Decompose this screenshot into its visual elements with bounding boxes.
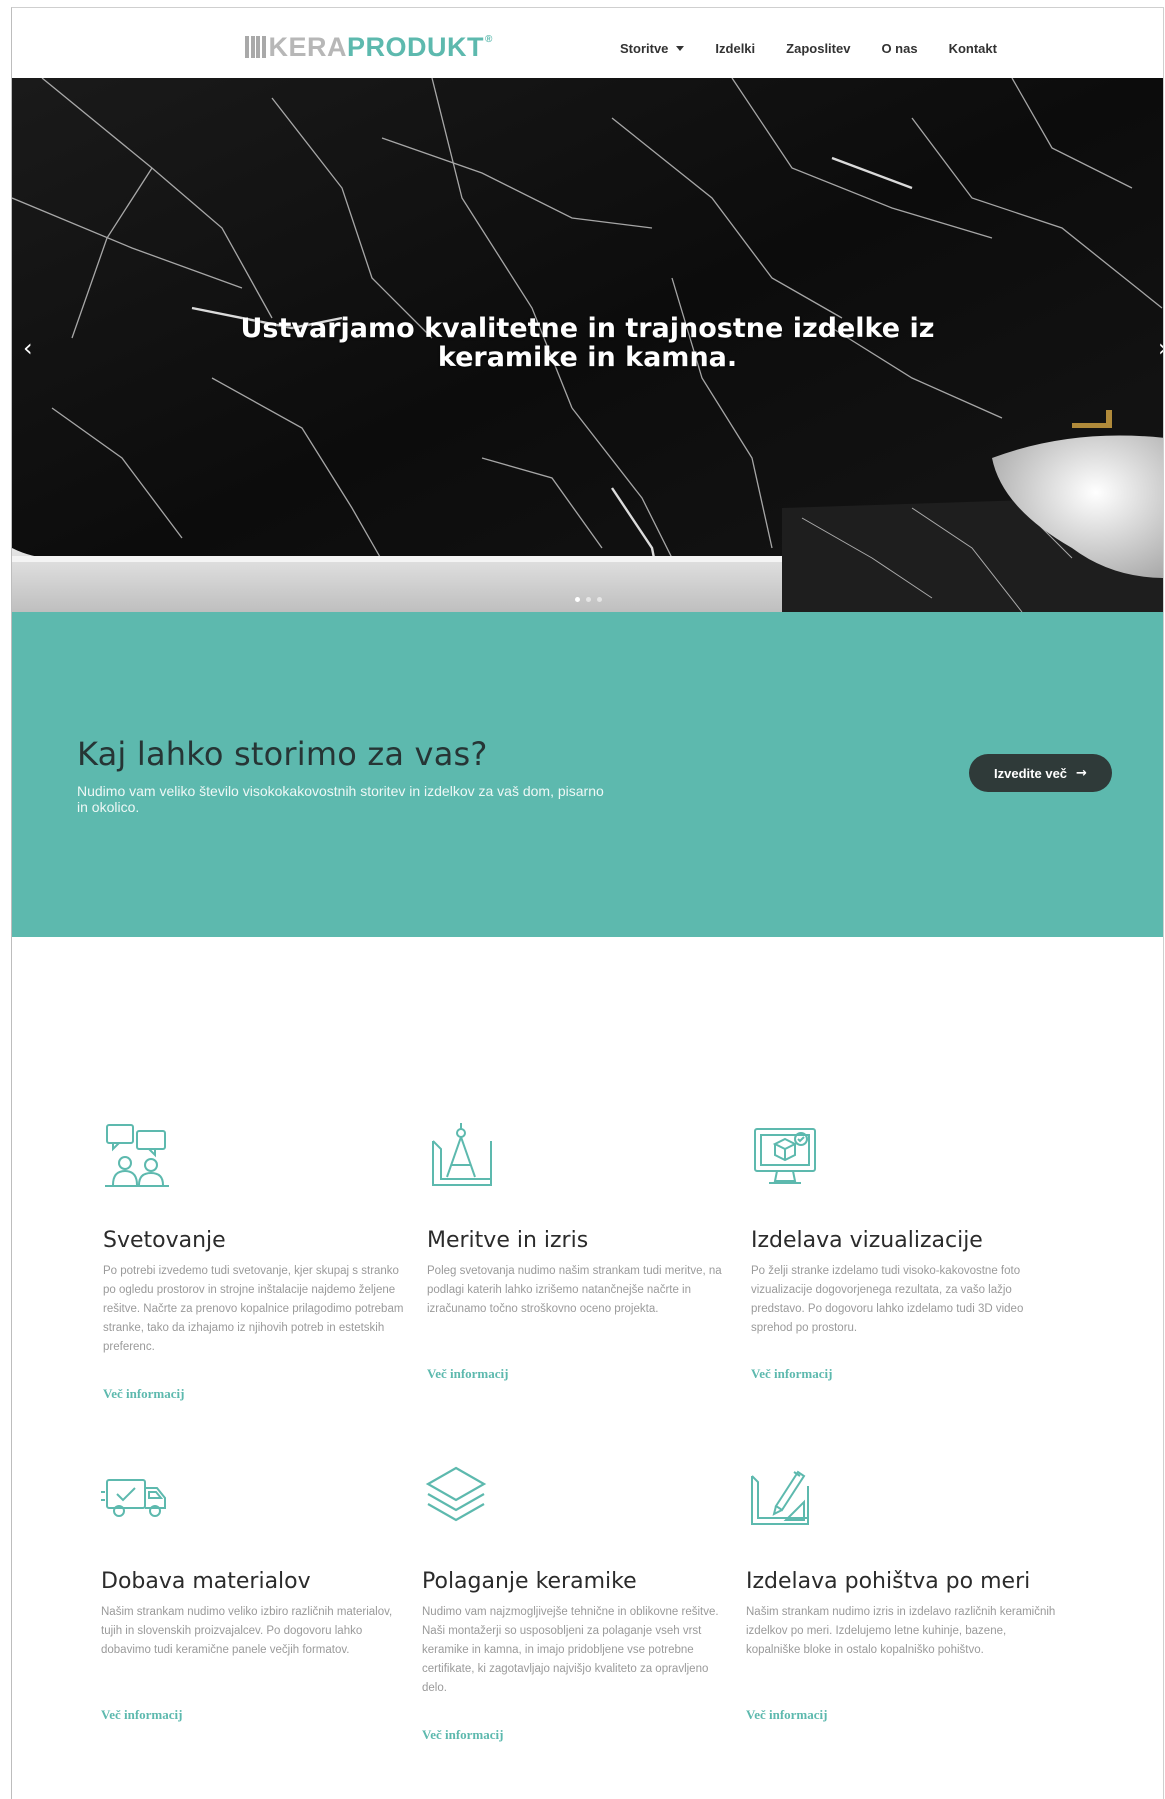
service-card-dobava: Dobava materialov Našim strankam nudimo … xyxy=(101,1462,411,1722)
service-title: Izdelava vizualizacije xyxy=(751,1228,983,1253)
logo-text-kera: KERA xyxy=(268,31,348,62)
logo-text-produkt: PRODUKT xyxy=(347,31,485,62)
service-title: Dobava materialov xyxy=(101,1569,311,1594)
nav-item-label: Kontakt xyxy=(948,41,997,56)
service-text: Našim strankam nudimo izris in izdelavo … xyxy=(746,1606,1056,1656)
nav-item-label: O nas xyxy=(881,41,918,56)
nav-item-o-nas[interactable]: O nas xyxy=(881,41,917,56)
service-card-polaganje: Polaganje keramike Nudimo vam najzmoglji… xyxy=(422,1462,732,1742)
nav-item-zaposlitev[interactable]: Zaposlitev xyxy=(786,41,850,56)
service-text: Poleg svetovanja nudimo našim strankam t… xyxy=(427,1265,722,1315)
slider-dots xyxy=(575,597,602,602)
service-card-pohistvo: Izdelava pohištva po meri Našim strankam… xyxy=(746,1462,1056,1722)
service-title: Meritve in izris xyxy=(427,1228,589,1253)
page-frame: KERA PRODUKT ® Storitve Izdelki Zaposlit… xyxy=(11,7,1164,1799)
more-info-link[interactable]: Več informacij xyxy=(751,1366,832,1382)
service-text: Nudimo vam najzmogljivejše tehnične in o… xyxy=(422,1606,719,1694)
main-nav: Storitve Izdelki Zaposlitev O nas Kontak… xyxy=(620,41,997,56)
cta-text: Nudimo vam veliko število visokokakovost… xyxy=(77,783,604,815)
consulting-icon xyxy=(105,1124,169,1187)
nav-item-label: Storitve xyxy=(620,41,669,56)
logo-mark-icon xyxy=(245,36,266,58)
arrow-right-icon: → xyxy=(1076,765,1087,781)
slider-dot[interactable] xyxy=(575,597,580,602)
nav-item-label: Zaposlitev xyxy=(786,41,851,56)
more-info-link[interactable]: Več informacij xyxy=(427,1366,508,1382)
service-card-vizualizacija: Izdelava vizualizacije Po želji stranke … xyxy=(751,1121,1061,1381)
more-info-link[interactable]: Več informacij xyxy=(746,1707,827,1723)
cta-title: Kaj lahko storimo za vas? xyxy=(77,735,488,773)
nav-item-izdelki[interactable]: Izdelki xyxy=(715,41,755,56)
hero-title-line1: Ustvarjamo kvalitetne in trajnostne izde… xyxy=(240,313,935,344)
slider-dot[interactable] xyxy=(586,597,591,602)
more-info-link[interactable]: Več informacij xyxy=(101,1707,182,1723)
more-info-link[interactable]: Več informacij xyxy=(103,1386,184,1402)
service-title: Svetovanje xyxy=(103,1228,226,1253)
chevron-down-icon xyxy=(676,46,685,51)
cta-band: Kaj lahko storimo za vas? Nudimo vam vel… xyxy=(12,612,1163,937)
nav-item-kontakt[interactable]: Kontakt xyxy=(949,41,997,56)
more-info-link[interactable]: Več informacij xyxy=(422,1727,503,1743)
nav-item-storitve[interactable]: Storitve xyxy=(620,41,685,56)
hero-slider: ‹ › Ustvarjamo kvalitetne in trajnostne … xyxy=(12,78,1163,612)
nav-item-label: Izdelki xyxy=(715,41,756,56)
hero-title-line2: keramike in kamna. xyxy=(437,342,738,373)
site-logo[interactable]: KERA PRODUKT ® xyxy=(245,31,493,62)
logo-trademark: ® xyxy=(485,34,493,45)
learn-more-label: Izvedite več xyxy=(994,765,1068,781)
service-text: Našim strankam nudimo veliko izbiro razl… xyxy=(101,1606,393,1656)
service-text: Po želji stranke izdelamo tudi visoko-ka… xyxy=(751,1265,1024,1334)
site-header: KERA PRODUKT ® Storitve Izdelki Zaposlit… xyxy=(12,8,1163,78)
learn-more-button[interactable]: Izvedite več → xyxy=(969,754,1112,792)
service-card-meritve: Meritve in izris Poleg svetovanja nudimo… xyxy=(427,1121,737,1381)
visualization-monitor-icon xyxy=(754,1128,816,1184)
hero-title: Ustvarjamo kvalitetne in trajnostne izde… xyxy=(12,314,1163,372)
delivery-truck-icon xyxy=(101,1479,166,1517)
service-text: Po potrebi izvedemo tudi svetovanje, kje… xyxy=(103,1265,404,1353)
measuring-drawing-icon xyxy=(432,1123,492,1186)
slider-dot[interactable] xyxy=(597,597,602,602)
service-title: Polaganje keramike xyxy=(422,1569,637,1594)
service-card-svetovanje: Svetovanje Po potrebi izvedemo tudi svet… xyxy=(103,1121,413,1401)
custom-furniture-icon xyxy=(751,1470,809,1525)
layers-icon xyxy=(425,1466,487,1522)
service-title: Izdelava pohištva po meri xyxy=(746,1569,1031,1594)
